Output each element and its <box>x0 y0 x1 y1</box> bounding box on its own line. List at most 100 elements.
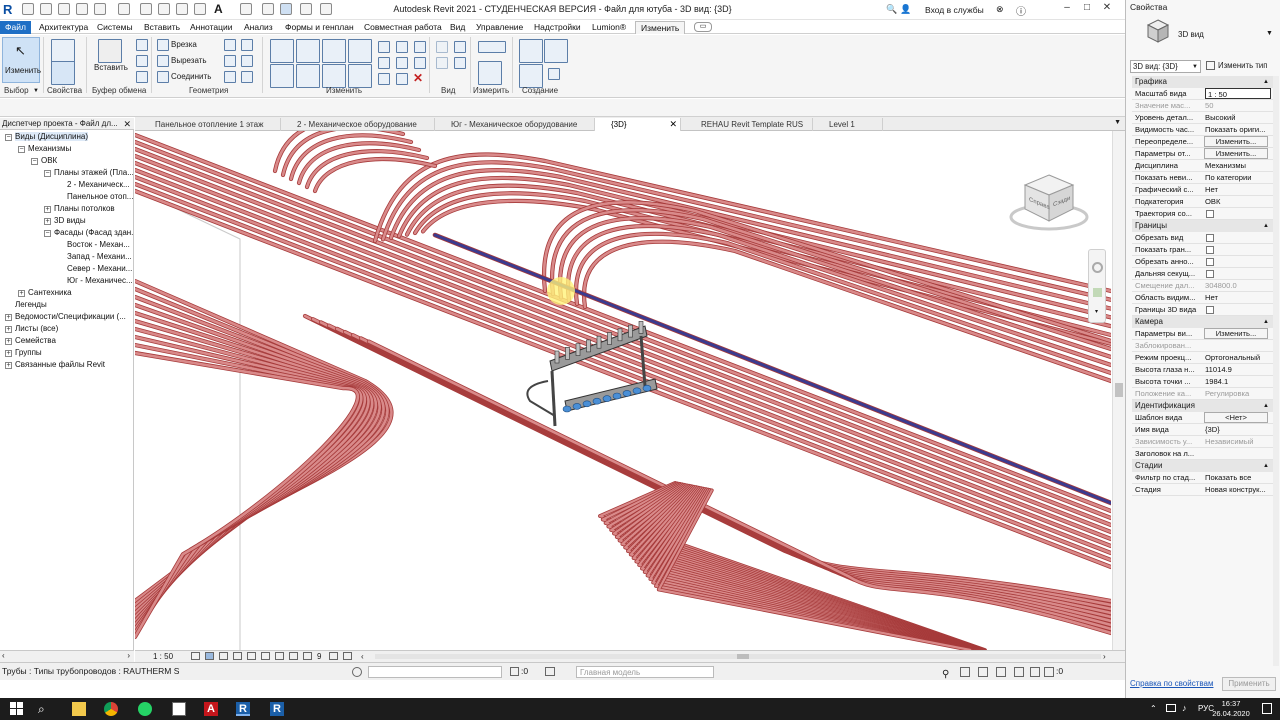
tree-item[interactable]: Запад - Механи... <box>67 252 132 261</box>
tree-item[interactable]: Ведомости/Спецификации (... <box>15 312 126 321</box>
copy-icon[interactable] <box>136 55 148 67</box>
property-row[interactable]: Показать неви... По категории <box>1132 172 1273 184</box>
property-value[interactable]: Новая конструк... <box>1205 484 1271 495</box>
property-row[interactable]: Переопределе... Изменить... <box>1132 136 1273 148</box>
whatsapp-icon[interactable] <box>138 702 152 716</box>
property-row[interactable]: Масштаб вида 1 : 50 <box>1132 88 1273 100</box>
collapse-icon[interactable]: ▲ <box>1263 460 1269 472</box>
flow-meter-cap[interactable] <box>632 387 642 395</box>
measure-distance-icon[interactable] <box>478 41 506 53</box>
revit-taskbar-icon[interactable]: R <box>236 702 250 716</box>
tab-lumion[interactable]: Lumion® <box>587 21 631 34</box>
tree-toggle-icon[interactable]: + <box>5 314 12 321</box>
nav-options-icon[interactable]: ▾ <box>1095 308 1098 315</box>
minimize-button[interactable]: – <box>1058 2 1076 16</box>
reveal-hidden-icon[interactable] <box>343 652 352 660</box>
manifold-valve[interactable] <box>607 332 612 345</box>
modify-button[interactable]: ↖ Изменить <box>2 37 41 83</box>
wall-joins-icon[interactable] <box>224 39 236 51</box>
property-value[interactable]: ОВК <box>1205 196 1271 207</box>
search-icon[interactable]: 🔍 <box>886 4 897 15</box>
show-crop-icon[interactable] <box>275 652 284 660</box>
hide-isolate-icon[interactable] <box>303 652 312 660</box>
join-label[interactable]: Соединить <box>171 72 211 81</box>
copy-element-icon[interactable] <box>296 64 320 88</box>
steering-wheel-icon[interactable] <box>1092 262 1103 273</box>
property-row[interactable]: Шаблон вида <Нет> <box>1132 412 1273 424</box>
mirror-draw-icon[interactable] <box>348 39 372 63</box>
zoom-icon[interactable] <box>1093 288 1102 297</box>
property-checkbox[interactable] <box>1206 234 1214 242</box>
ribbon-toggle-icon[interactable]: ▭ <box>694 22 712 32</box>
flow-meter-cap[interactable] <box>582 400 592 408</box>
clock-time[interactable]: 16:37 <box>1216 699 1246 708</box>
trim-multi-icon[interactable] <box>378 73 390 85</box>
select-underlay-icon[interactable] <box>978 667 988 677</box>
pin-icon[interactable] <box>414 41 426 53</box>
property-row[interactable]: Высота точки ... 1984.1 <box>1132 376 1273 388</box>
unpin-icon[interactable] <box>414 57 426 69</box>
tree-toggle-icon[interactable]: − <box>44 170 51 177</box>
view-tab-level1[interactable]: Level 1 <box>813 118 883 131</box>
property-row[interactable]: Значение мас... 50 <box>1132 100 1273 112</box>
collapse-icon[interactable]: ▲ <box>1263 220 1269 232</box>
property-group-header[interactable]: Стадии ▲ <box>1132 460 1273 472</box>
array-icon[interactable] <box>378 57 390 69</box>
tree-item[interactable]: Планы потолков <box>54 204 115 213</box>
property-value[interactable]: 1984.1 <box>1205 376 1271 387</box>
flow-meter-cap[interactable] <box>622 390 632 397</box>
property-row[interactable]: Смещение дал... 304800.0 <box>1132 280 1273 292</box>
tree-toggle-icon[interactable]: + <box>5 350 12 357</box>
view-tab-3d[interactable]: {3D} ✕ <box>595 118 681 131</box>
worksharing-icon[interactable] <box>329 652 338 660</box>
trim-icon[interactable] <box>348 64 372 88</box>
tree-toggle-icon[interactable]: + <box>5 362 12 369</box>
cut-geometry-label[interactable]: Вырезать <box>171 56 207 65</box>
chevron-down-icon[interactable]: ▼ <box>33 88 39 94</box>
collapse-icon[interactable]: ▲ <box>1263 316 1269 328</box>
windows-start-icon[interactable] <box>10 702 24 716</box>
tree-item[interactable]: Панельное отоп... <box>67 192 133 201</box>
flow-meter-cap[interactable] <box>642 384 652 392</box>
properties-icon[interactable] <box>51 61 75 85</box>
property-group-header[interactable]: Камера ▲ <box>1132 316 1273 328</box>
property-row[interactable]: Границы 3D вида <box>1132 304 1273 316</box>
property-row[interactable]: Обрезать анно... <box>1132 256 1273 268</box>
drag-elements-icon[interactable] <box>1030 667 1040 677</box>
select-links-icon[interactable] <box>960 667 970 677</box>
tab-manage[interactable]: Управление <box>471 21 528 34</box>
offset-icon[interactable] <box>296 39 320 63</box>
property-value[interactable]: Показать ориги... <box>1205 124 1271 135</box>
property-group-header[interactable]: Графика ▲ <box>1132 76 1273 88</box>
tree-item[interactable]: Механизмы <box>28 144 71 153</box>
manifold-valve[interactable] <box>565 347 570 360</box>
tree-item[interactable]: Юг - Механичес... <box>67 276 133 285</box>
cope-label[interactable]: Врезка <box>171 40 197 49</box>
manifold-valve[interactable] <box>596 335 602 349</box>
match-type-icon[interactable] <box>136 71 148 83</box>
linework-icon[interactable] <box>436 57 448 69</box>
user-icon[interactable]: 👤 <box>900 4 911 15</box>
create-group-icon[interactable] <box>519 64 543 88</box>
align-icon[interactable] <box>270 39 294 63</box>
split-face-icon[interactable] <box>241 39 253 51</box>
exchange-icon[interactable]: ⊗ <box>996 4 1004 15</box>
help-icon[interactable]: ⓘ <box>1016 3 1026 18</box>
property-value[interactable]: 1 : 50 <box>1205 88 1271 99</box>
property-row[interactable]: Заблокирован... <box>1132 340 1273 352</box>
tab-annotate[interactable]: Аннотации <box>185 21 238 34</box>
crop-view-icon[interactable] <box>261 652 270 660</box>
join-icon[interactable] <box>157 71 169 83</box>
instance-selector[interactable]: 3D вид: {3D} ▼ <box>1130 60 1201 73</box>
view-tab-panel-heating[interactable]: Панельное отопление 1 этаж <box>139 118 281 131</box>
close-button[interactable]: ✕ <box>1098 2 1116 16</box>
mirror-axis-icon[interactable] <box>322 39 346 63</box>
isolate-icon[interactable] <box>454 57 466 69</box>
extend-icon[interactable] <box>396 73 408 85</box>
heating-pipe[interactable] <box>135 351 359 639</box>
property-edit-button[interactable]: Изменить... <box>1204 136 1268 147</box>
tab-modify[interactable]: Изменить <box>635 21 686 34</box>
property-checkbox[interactable] <box>1206 258 1214 266</box>
properties-help-link[interactable]: Справка по свойствам <box>1130 679 1213 688</box>
property-edit-button[interactable]: Изменить... <box>1204 148 1268 159</box>
